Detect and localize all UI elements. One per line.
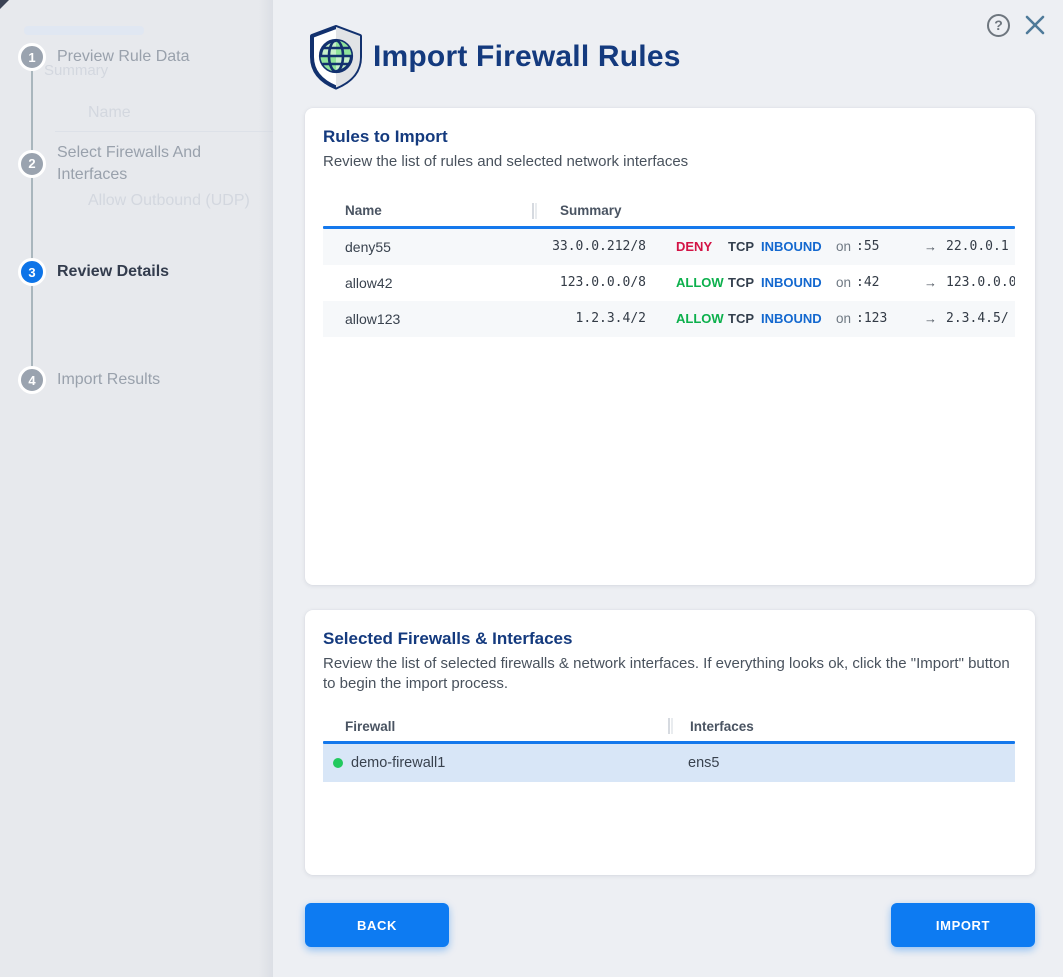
- rule-on-word: on: [836, 239, 851, 254]
- rule-row-allow123: allow123 1.2.3.4/2 ALLOW TCP INBOUND on …: [323, 301, 1015, 337]
- stepper-connector-line: [31, 57, 33, 380]
- rule-summary: 123.0.0.0/8 ALLOW TCP INBOUND on :42 → 1…: [532, 275, 1015, 290]
- step-1-number-badge: 1: [18, 43, 46, 71]
- firewall-name: demo-firewall1: [351, 755, 445, 771]
- rule-port: :42: [856, 275, 916, 290]
- firewalls-table: Firewall Interfaces demo-firewall1 ens5: [323, 711, 1015, 782]
- modal-header: Import Firewall Rules: [273, 0, 1063, 92]
- rule-row-allow42: allow42 123.0.0.0/8 ALLOW TCP INBOUND on…: [323, 265, 1015, 301]
- ghost-background-pill: [24, 26, 144, 35]
- back-button[interactable]: BACK: [305, 903, 449, 947]
- rule-name: deny55: [323, 239, 532, 255]
- modal-title: Import Firewall Rules: [373, 40, 681, 74]
- rule-on-word: on: [836, 311, 851, 326]
- rules-to-import-card: Rules to Import Review the list of rules…: [305, 108, 1035, 585]
- firewalls-card-title: Selected Firewalls & Interfaces: [323, 629, 1017, 649]
- rule-protocol: TCP: [728, 239, 761, 254]
- step-4-number-badge: 4: [18, 366, 46, 394]
- arrow-right-icon: →: [924, 311, 937, 326]
- rule-on-word: on: [836, 275, 851, 290]
- firewall-cell: demo-firewall1: [323, 755, 668, 771]
- rules-card-title: Rules to Import: [323, 127, 1017, 147]
- shield-globe-icon: [307, 24, 365, 90]
- rule-name: allow123: [323, 311, 532, 327]
- wizard-footer-actions: BACK IMPORT: [305, 903, 1035, 947]
- step-3-review-details[interactable]: 3 Review Details: [18, 258, 169, 286]
- ghost-divider-line: [55, 131, 273, 132]
- rule-source-network: 123.0.0.0/8: [532, 275, 646, 290]
- rule-direction: INBOUND: [761, 311, 836, 326]
- step-3-number-badge: 3: [18, 258, 46, 286]
- rule-action-badge: ALLOW: [676, 311, 728, 326]
- rules-card-subtitle: Review the list of rules and selected ne…: [323, 152, 1017, 172]
- step-1-preview-rule-data[interactable]: 1 Preview Rule Data: [18, 43, 190, 71]
- rule-destination: 22.0.0.1: [946, 239, 1009, 254]
- firewalls-card-subtitle: Review the list of selected firewalls & …: [323, 654, 1017, 693]
- online-status-dot: [333, 758, 343, 768]
- rule-source-network: 1.2.3.4/2: [532, 311, 646, 326]
- rule-name: allow42: [323, 275, 532, 291]
- rule-destination: 2.3.4.5/: [946, 311, 1009, 326]
- rules-table-header: Name Summary: [323, 196, 1015, 226]
- rule-protocol: TCP: [728, 275, 761, 290]
- arrow-right-icon: →: [924, 239, 937, 254]
- rule-protocol: TCP: [728, 311, 761, 326]
- rule-port: :123: [856, 311, 916, 326]
- step-2-number-badge: 2: [18, 150, 46, 178]
- rule-direction: INBOUND: [761, 239, 836, 254]
- firewalls-table-header: Firewall Interfaces: [323, 711, 1015, 741]
- arrow-right-icon: →: [924, 275, 937, 290]
- window-controls: ?: [987, 13, 1047, 37]
- selected-firewalls-card: Selected Firewalls & Interfaces Review t…: [305, 610, 1035, 875]
- step-1-label: Preview Rule Data: [57, 46, 190, 68]
- rule-direction: INBOUND: [761, 275, 836, 290]
- ghost-text-name: Name: [88, 104, 131, 122]
- step-2-select-firewalls[interactable]: 2 Select Firewalls And Interfaces: [18, 142, 257, 185]
- step-4-label: Import Results: [57, 369, 160, 391]
- wizard-stepper-sidebar: Summary Name Allow Outbound (UDP) 1 Prev…: [0, 0, 273, 977]
- column-header-summary: Summary: [534, 203, 1015, 218]
- column-header-interfaces: Interfaces: [670, 719, 1015, 734]
- import-wizard-screen: Summary Name Allow Outbound (UDP) 1 Prev…: [0, 0, 1063, 977]
- rules-table: Name Summary deny55 33.0.0.212/8 DENY TC…: [323, 196, 1015, 337]
- rule-source-network: 33.0.0.212/8: [532, 239, 646, 254]
- background-page-corner: [0, 0, 9, 9]
- rule-summary: 1.2.3.4/2 ALLOW TCP INBOUND on :123 → 2.…: [532, 311, 1015, 326]
- firewall-row-demo-firewall1: demo-firewall1 ens5: [323, 744, 1015, 782]
- step-3-label: Review Details: [57, 261, 169, 283]
- step-4-import-results[interactable]: 4 Import Results: [18, 366, 160, 394]
- column-header-name: Name: [323, 203, 532, 218]
- rule-row-deny55: deny55 33.0.0.212/8 DENY TCP INBOUND on …: [323, 229, 1015, 265]
- import-button[interactable]: IMPORT: [891, 903, 1035, 947]
- wizard-main-panel: Import Firewall Rules ? Rules to Import …: [273, 0, 1063, 977]
- rule-destination: 123.0.0.0: [946, 275, 1015, 290]
- close-icon[interactable]: [1023, 13, 1047, 37]
- ghost-text-allow-outbound: Allow Outbound (UDP): [88, 192, 250, 210]
- column-header-firewall: Firewall: [323, 719, 668, 734]
- rule-summary: 33.0.0.212/8 DENY TCP INBOUND on :55 → 2…: [532, 239, 1015, 254]
- help-icon[interactable]: ?: [987, 14, 1010, 37]
- step-2-label: Select Firewalls And Interfaces: [57, 142, 257, 185]
- firewall-interfaces: ens5: [668, 755, 1015, 771]
- rule-action-badge: DENY: [676, 239, 728, 254]
- rule-action-badge: ALLOW: [676, 275, 728, 290]
- rule-port: :55: [856, 239, 916, 254]
